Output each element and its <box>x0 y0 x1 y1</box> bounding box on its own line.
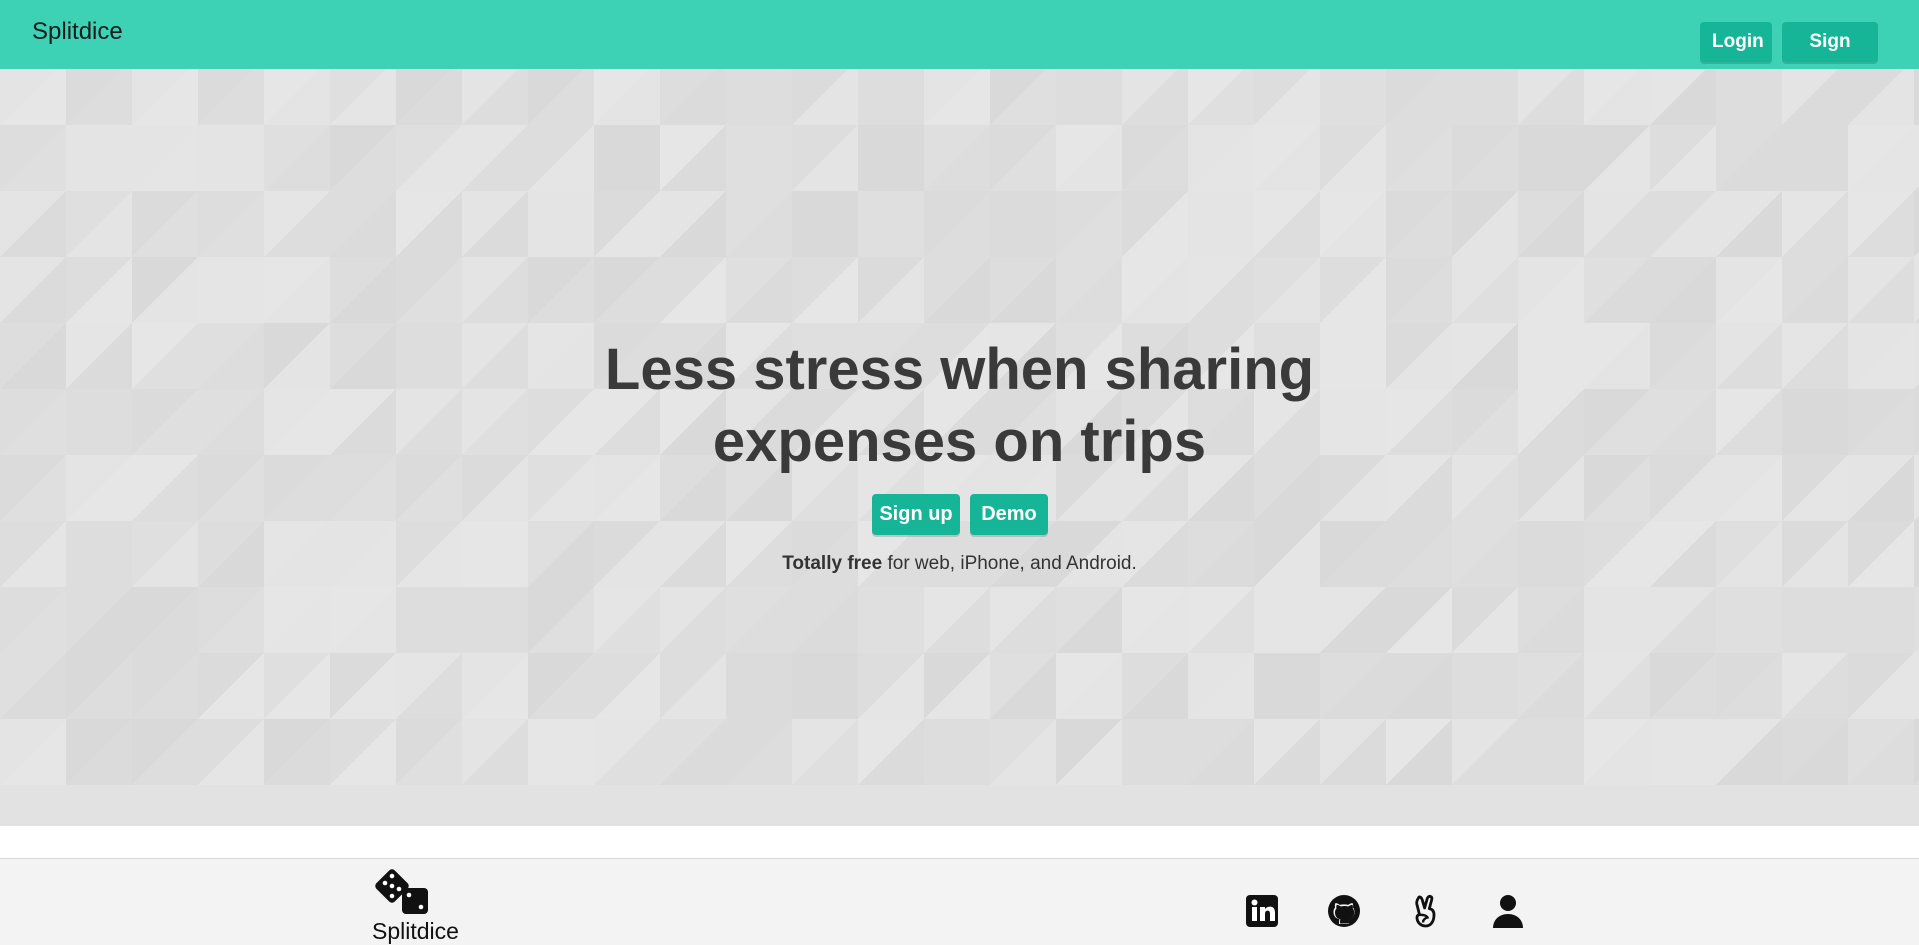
headline-line-2: expenses <box>712 409 994 474</box>
headline-emphasis: on trips <box>993 409 1207 474</box>
linkedin-icon[interactable] <box>1244 893 1280 929</box>
brand-logo-text[interactable]: Splitdice <box>32 18 123 46</box>
login-button[interactable]: Login <box>1700 22 1772 62</box>
footer: Splitdice <box>0 858 1919 945</box>
hero-signup-button[interactable]: Sign up <box>872 494 960 535</box>
footer-brand: Splitdice <box>372 918 459 944</box>
person-icon[interactable] <box>1490 893 1526 929</box>
hero-tagline: Totally free for web, iPhone, and Androi… <box>0 553 1919 575</box>
hero-headline: Less stress when sharing expenses on tri… <box>0 334 1919 478</box>
hero-section: Less stress when sharing expenses on tri… <box>0 69 1919 826</box>
dice-icon[interactable] <box>372 868 432 916</box>
top-navbar: Splitdice Login Sign up! <box>0 0 1919 92</box>
headline-line-1: Less stress when sharing <box>604 337 1315 402</box>
github-icon[interactable] <box>1326 893 1362 929</box>
angellist-icon[interactable] <box>1408 893 1444 929</box>
hero-demo-button[interactable]: Demo <box>970 494 1048 535</box>
tagline-emphasis: Totally free <box>782 553 883 574</box>
tagline-text: for web, iPhone, and Android. <box>882 553 1137 574</box>
nav-signup-button[interactable]: Sign up! <box>1782 22 1878 92</box>
